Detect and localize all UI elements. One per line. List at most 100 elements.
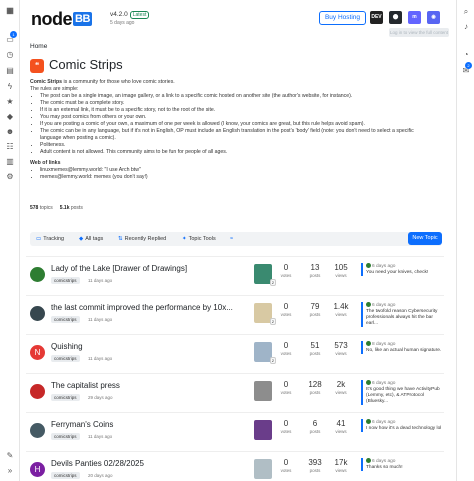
rule-item: Adult content is not allowed. This commu… (40, 149, 430, 156)
new-topic-button[interactable]: New Topic (408, 232, 442, 245)
version-info: v4.2.0 Latest (110, 11, 150, 19)
avatar[interactable] (30, 423, 45, 438)
topic-ago: 11 days ago (88, 317, 113, 322)
last-reply[interactable]: 6 days ago I now how it's a dead technolo… (361, 419, 443, 432)
speech-bubbles-icon: ❝ (30, 59, 44, 73)
github-icon[interactable]: ⬤ (389, 11, 402, 24)
views-stat: 2k views (335, 380, 347, 395)
link-item[interactable]: memes@lemmy.world: memes (you don't say!… (40, 174, 430, 181)
avatar[interactable] (30, 306, 45, 321)
thumbnail[interactable] (254, 420, 272, 440)
thumbnail[interactable]: 2 (254, 264, 276, 286)
views-stat: 573 views (334, 341, 348, 356)
topic-title[interactable]: The capitalist press (51, 381, 251, 390)
thumbnail[interactable]: 2 (254, 342, 276, 364)
posts-stat: 393 posts (308, 458, 322, 473)
rule-item: The comic can be in any language, but if… (40, 128, 430, 142)
last-reply[interactable]: 6 days ago It's good thing we have Activi… (361, 380, 443, 405)
topic-row[interactable]: Ferryman's Coins comicstrips 11 days ago 0 v… (26, 412, 444, 450)
page-title: Comic Strips (49, 57, 123, 72)
topic-row[interactable]: H Devils Panties 02/28/2025 comicstrips 20 … (26, 451, 444, 481)
thumbnail-count: 2 (269, 279, 276, 286)
bell-icon[interactable]: ♪ (461, 22, 471, 32)
topic-title[interactable]: Quishing (51, 342, 251, 351)
users-icon[interactable]: ☻ (5, 127, 15, 137)
link-item[interactable]: linuxmemes@lemmy.world: "I use Arch btw" (40, 167, 430, 174)
topic-row[interactable]: N Quishing comicstrips 11 days ago 2 0 votes 51… (26, 334, 444, 372)
thumbnail[interactable] (254, 381, 272, 401)
topic-title[interactable]: Devils Panties 02/28/2025 (51, 459, 251, 468)
topic-title[interactable]: Ferryman's Coins (51, 420, 251, 429)
sort-button[interactable]: ⇅ Recently Replied (118, 235, 166, 243)
views-stat: 17k views (334, 458, 348, 473)
all-tags-button[interactable]: ◆ All tags (79, 235, 103, 243)
avatar[interactable]: H (30, 462, 45, 477)
topic-tag[interactable]: comicstrips (51, 433, 80, 440)
avatar[interactable]: N (30, 345, 45, 360)
star-icon[interactable]: ★ (5, 97, 15, 107)
site-logo[interactable]: node BB (31, 9, 92, 30)
login-tooltip: Log in to view the full content (389, 28, 449, 37)
last-reply[interactable]: 6 days ago You need your knives, check! (361, 263, 443, 276)
topic-ago: 20 days ago (88, 473, 113, 478)
buy-hosting-button[interactable]: Buy Hosting (319, 11, 366, 25)
notification-badge: 2 (465, 62, 472, 69)
logo-badge: BB (73, 12, 92, 26)
breadcrumb[interactable]: Home (30, 43, 47, 50)
topic-ago: 11 days ago (88, 278, 113, 283)
posts-stat: 128 posts (308, 380, 322, 395)
topic-tag[interactable]: comicstrips (51, 472, 80, 479)
calendar-icon[interactable]: ▥ (5, 157, 15, 167)
pen-icon[interactable]: ✎ (5, 451, 15, 461)
tracking-button[interactable]: ▭ Tracking (36, 235, 64, 243)
dev-icon[interactable]: DEV (370, 11, 383, 24)
tags-icon[interactable]: ▤ (5, 66, 15, 76)
thumbnail[interactable]: 2 (254, 303, 276, 325)
votes-stat: 0 votes (280, 341, 292, 356)
thumbnail-count: 2 (269, 318, 276, 325)
mastodon-icon[interactable]: m (408, 11, 421, 24)
topic-tag[interactable]: comicstrips (51, 355, 80, 362)
avatar[interactable] (30, 267, 45, 282)
thumbnail[interactable] (254, 459, 272, 479)
tools-icon: ✦ (182, 236, 187, 242)
search-icon[interactable]: ⌕ (461, 7, 471, 17)
votes-stat: 0 votes (280, 419, 292, 434)
latest-badge: Latest (129, 11, 150, 19)
tag-icon[interactable]: ◆ (5, 112, 15, 122)
topic-ago: 11 days ago (88, 434, 113, 439)
thumbnail-count: 2 (269, 357, 276, 364)
last-reply[interactable]: 8 days ago No, like an actual human signa… (361, 341, 443, 354)
topic-title[interactable]: Lady of the Lake [Drawer of Drawings] (51, 264, 251, 273)
votes-stat: 0 votes (280, 263, 292, 278)
expand-icon[interactable]: » (5, 466, 15, 476)
last-reply-text: No, like an actual human signature. (366, 348, 442, 353)
last-reply[interactable]: 6 days ago The twofold reason Cybersecuri… (361, 302, 443, 327)
discord-icon[interactable]: ◉ (427, 11, 440, 24)
rule-item: The comic must be a complete story. (40, 100, 430, 107)
last-reply[interactable]: 6 days ago Thanks so much! (361, 458, 443, 471)
groups-icon[interactable]: ☷ (5, 142, 15, 152)
logo-icon[interactable]: ▦ (5, 6, 15, 16)
last-reply-text: I now how it's a dead technology lol (366, 426, 442, 431)
clock-icon[interactable]: ◷ (5, 50, 15, 60)
rule-item: If it is an external link, it must be to… (40, 107, 430, 114)
lightning-icon[interactable]: ϟ (5, 82, 15, 92)
reply-avatar (366, 302, 371, 307)
inbox-icon: ▭ (36, 236, 42, 242)
rss-button[interactable]: ≈ (230, 235, 235, 243)
settings-icon[interactable]: ⚙ (5, 172, 15, 182)
topic-tag[interactable]: comicstrips (51, 316, 80, 323)
topic-row[interactable]: The capitalist press comicstrips 29 days a… (26, 373, 444, 411)
topic-row[interactable]: the last commit improved the performance… (26, 295, 444, 333)
topic-row[interactable]: Lady of the Lake [Drawer of Drawings] com… (26, 256, 444, 294)
views-stat: 41 views (335, 419, 347, 434)
sort-icon: ⇅ (118, 236, 123, 242)
votes-stat: 0 votes (280, 380, 292, 395)
topic-tag[interactable]: comicstrips (51, 394, 80, 401)
topic-title[interactable]: the last commit improved the performance… (51, 303, 251, 312)
chat-icon[interactable]: ◔ (461, 50, 471, 60)
topic-tag[interactable]: comicstrips (51, 277, 80, 284)
avatar[interactable] (30, 384, 45, 399)
topic-tools-button[interactable]: ✦ Topic Tools (182, 235, 216, 243)
